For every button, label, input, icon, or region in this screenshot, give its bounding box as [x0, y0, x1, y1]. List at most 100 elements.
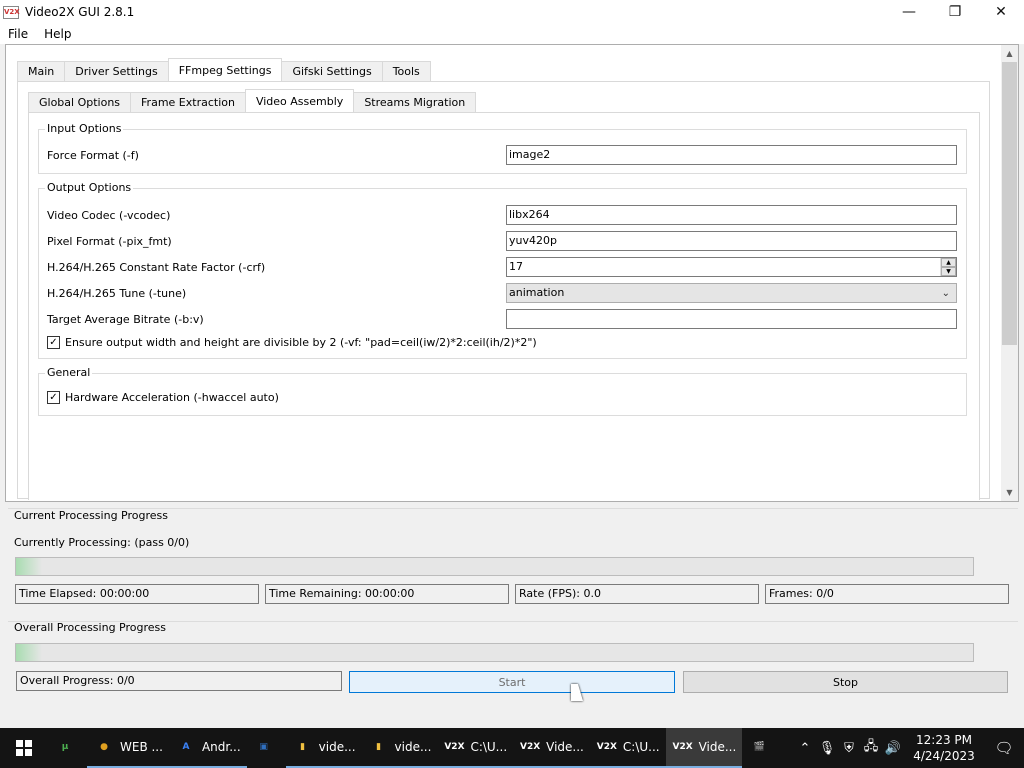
- tab-driver-settings[interactable]: Driver Settings: [64, 61, 169, 81]
- hwaccel-checkbox-row[interactable]: ✓ Hardware Acceleration (-hwaccel auto): [47, 391, 279, 404]
- start-button[interactable]: Start: [349, 671, 675, 693]
- settings-frame: Main Driver Settings FFmpeg Settings Gif…: [5, 44, 1019, 502]
- spin-down-icon[interactable]: ▼: [941, 267, 956, 276]
- menu-bar: File Help: [0, 24, 1024, 44]
- clock-time: 12:23 PM: [916, 733, 972, 747]
- divisible-label: Ensure output width and height are divis…: [65, 336, 537, 349]
- taskbar-item-label: Andr...: [201, 740, 241, 754]
- frames-box: Frames: 0/0: [765, 584, 1009, 604]
- hwaccel-label: Hardware Acceleration (-hwaccel auto): [65, 391, 279, 404]
- video-codec-label: Video Codec (-vcodec): [47, 209, 171, 222]
- app-icon: V2X: [444, 742, 465, 752]
- menu-help[interactable]: Help: [36, 27, 79, 41]
- pixel-format-label: Pixel Format (-pix_fmt): [47, 235, 172, 248]
- notification-icon[interactable]: 🗨: [984, 739, 1024, 757]
- taskbar-item[interactable]: µ: [48, 728, 87, 768]
- start-menu-button[interactable]: [0, 728, 48, 768]
- tab-tools[interactable]: Tools: [381, 61, 431, 81]
- taskbar: µ ● WEB ... A Andr... ▣ ▮ vide... ▮ vide... V2X C:\…: [0, 728, 1024, 768]
- app-icon: ●: [100, 742, 108, 752]
- clock-date: 4/24/2023: [913, 749, 975, 763]
- hwaccel-checkbox[interactable]: ✓: [47, 391, 60, 404]
- tab-frame-extraction[interactable]: Frame Extraction: [130, 92, 246, 112]
- crf-spinbox[interactable]: 17 ▲ ▼: [506, 257, 957, 277]
- menu-file[interactable]: File: [0, 27, 36, 41]
- taskbar-item[interactable]: V2X Vide...: [665, 728, 743, 768]
- input-options-group: Input Options Force Format (-f) image2: [38, 122, 967, 174]
- window-title: Video2X GUI 2.8.1: [25, 5, 135, 19]
- app-icon: ▣: [259, 742, 268, 752]
- app-icon: V2X: [596, 742, 617, 752]
- force-format-input[interactable]: image2: [506, 145, 957, 165]
- tab-main[interactable]: Main: [17, 61, 66, 81]
- taskbar-item[interactable]: V2X C:\U...: [437, 728, 514, 768]
- tab-streams-migration[interactable]: Streams Migration: [353, 92, 477, 112]
- general-title: General: [45, 366, 93, 379]
- input-options-title: Input Options: [45, 122, 124, 135]
- output-options-group: Output Options Video Codec (-vcodec) lib…: [38, 181, 967, 359]
- taskbar-item[interactable]: V2X C:\U...: [589, 728, 666, 768]
- clock[interactable]: 12:23 PM 4/24/2023: [904, 732, 984, 764]
- windows-logo-icon: [16, 740, 32, 756]
- tab-video-assembly[interactable]: Video Assembly: [244, 89, 355, 112]
- stop-button[interactable]: Stop: [683, 671, 1008, 693]
- video-codec-input[interactable]: libx264: [506, 205, 957, 225]
- taskbar-item-label: WEB ...: [120, 740, 163, 754]
- scroll-down-icon[interactable]: ▼: [1001, 484, 1018, 501]
- divisible-checkbox-row[interactable]: ✓ Ensure output width and height are div…: [47, 336, 537, 349]
- volume-icon[interactable]: 🔊: [882, 741, 904, 756]
- title-bar: V2X Video2X GUI 2.8.1 — ❐ ✕: [0, 0, 1024, 24]
- chevron-up-icon[interactable]: ⌃: [794, 741, 816, 756]
- taskbar-item[interactable]: ● WEB ...: [87, 728, 169, 768]
- tune-label: H.264/H.265 Tune (-tune): [47, 287, 187, 300]
- overall-progress-box: Overall Progress: 0/0: [16, 671, 342, 691]
- force-format-label: Force Format (-f): [47, 149, 139, 162]
- tab-global-options[interactable]: Global Options: [28, 92, 132, 112]
- app-icon: V2X: [672, 742, 693, 752]
- app-icon: ▮: [376, 742, 382, 752]
- general-group: General ✓ Hardware Acceleration (-hwacce…: [38, 366, 967, 416]
- output-options-title: Output Options: [45, 181, 134, 194]
- pixel-format-input[interactable]: yuv420p: [506, 231, 957, 251]
- app-icon: µ: [61, 742, 69, 752]
- minimize-button[interactable]: —: [886, 0, 932, 24]
- app-icon: V2X: [3, 5, 20, 19]
- tab-gifski-settings[interactable]: Gifski Settings: [281, 61, 383, 81]
- bitrate-label: Target Average Bitrate (-b:v): [47, 313, 204, 326]
- taskbar-item-label: C:\U...: [622, 740, 660, 754]
- scroll-up-icon[interactable]: ▲: [1001, 45, 1018, 62]
- sub-tab-bar: Global Options Frame Extraction Video As…: [28, 89, 477, 112]
- tune-select[interactable]: animation ⌄: [506, 283, 957, 303]
- taskbar-item[interactable]: ▮ vide...: [285, 728, 362, 768]
- overall-progress-fill: [16, 644, 42, 661]
- close-button[interactable]: ✕: [978, 0, 1024, 24]
- maximize-button[interactable]: ❐: [932, 0, 978, 24]
- network-icon[interactable]: 🖧: [860, 737, 882, 759]
- current-progress-fill: [16, 558, 42, 575]
- taskbar-item[interactable]: ▮ vide...: [361, 728, 438, 768]
- overall-progress-title: Overall Processing Progress: [14, 621, 166, 634]
- rate-box: Rate (FPS): 0.0: [515, 584, 759, 604]
- scroll-thumb[interactable]: [1002, 62, 1017, 345]
- taskbar-item[interactable]: V2X Vide...: [513, 728, 590, 768]
- crf-value: 17: [509, 260, 523, 273]
- taskbar-item[interactable]: A Andr...: [168, 728, 247, 768]
- taskbar-item[interactable]: 🎬: [742, 728, 781, 768]
- ffmpeg-panel: Global Options Frame Extraction Video As…: [17, 81, 990, 500]
- vertical-scrollbar[interactable]: ▲ ▼: [1001, 45, 1018, 501]
- time-remaining-box: Time Remaining: 00:00:00: [265, 584, 509, 604]
- divisible-checkbox[interactable]: ✓: [47, 336, 60, 349]
- app-icon: 🎬: [753, 742, 765, 752]
- tab-ffmpeg-settings[interactable]: FFmpeg Settings: [167, 58, 283, 81]
- video-assembly-panel: Input Options Force Format (-f) image2 O…: [28, 112, 980, 500]
- crf-label: H.264/H.265 Constant Rate Factor (-crf): [47, 261, 266, 274]
- microphone-icon[interactable]: 🎙: [816, 741, 838, 756]
- chevron-down-icon: ⌄: [941, 288, 950, 299]
- security-icon[interactable]: ⛨: [838, 741, 860, 756]
- crf-spin-buttons[interactable]: ▲ ▼: [940, 258, 956, 276]
- currently-processing-label: Currently Processing: (pass 0/0): [14, 536, 190, 549]
- tune-value: animation: [509, 286, 565, 299]
- taskbar-item[interactable]: ▣: [247, 728, 286, 768]
- bitrate-input[interactable]: [506, 309, 957, 329]
- taskbar-item-label: Vide...: [698, 740, 737, 754]
